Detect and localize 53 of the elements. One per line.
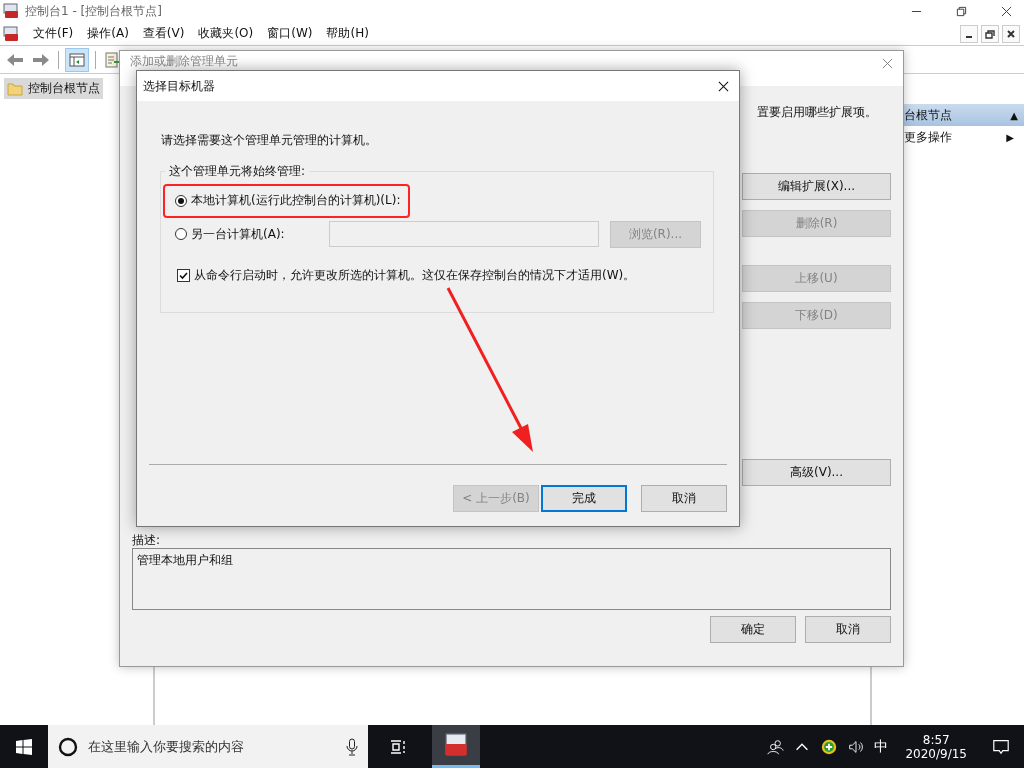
dialog-title: 选择目标机器 — [143, 77, 215, 95]
dialog-title: 添加或删除管理单元 — [130, 53, 238, 70]
toolbox-icon — [3, 3, 19, 19]
radio-icon[interactable] — [175, 228, 187, 240]
toolbox-icon — [3, 25, 19, 42]
people-icon[interactable] — [766, 737, 785, 756]
search-field[interactable]: 在这里输入你要搜索的内容 — [48, 725, 368, 768]
notification-icon[interactable] — [992, 737, 1010, 756]
checkbox-icon[interactable] — [177, 269, 190, 282]
folder-icon — [7, 81, 23, 96]
menu-item[interactable]: 收藏夹(O) — [198, 25, 254, 42]
dialog-button[interactable]: 确定 — [710, 616, 796, 643]
submenu-arrow-icon: ▶ — [1006, 131, 1014, 143]
minimize-icon[interactable] — [960, 24, 978, 43]
action-item[interactable]: 更多操作 — [904, 128, 952, 146]
cortana-icon — [58, 736, 78, 757]
description-label: 描述: — [132, 533, 161, 547]
clock-date[interactable]: 2020/9/15 — [905, 746, 967, 761]
pane-toggle-icon[interactable] — [65, 47, 89, 72]
radio-label[interactable]: 另一台计算机(A): — [191, 225, 285, 243]
tree-item-label: 控制台根节点 — [28, 80, 100, 97]
checkbox-label[interactable]: 从命令行启动时，允许更改所选的计算机。这仅在保存控制台的情况下才适用(W)。 — [194, 267, 636, 284]
input-method-indicator[interactable]: 中 — [874, 737, 889, 756]
taskbar-app[interactable] — [432, 725, 480, 768]
menu-item[interactable]: 文件(F) — [33, 25, 74, 42]
microphone-icon[interactable] — [346, 737, 358, 756]
dialog-button[interactable]: 取消 — [641, 485, 727, 512]
restore-icon[interactable] — [956, 5, 967, 17]
tree-item[interactable]: 控制台根节点 — [4, 78, 103, 99]
actions-header-label: 台根节点 — [904, 106, 952, 124]
dialog-button[interactable]: 编辑扩展(X)... — [742, 173, 891, 200]
radio-icon[interactable] — [175, 194, 187, 207]
close-icon[interactable] — [718, 80, 729, 92]
start-icon[interactable] — [16, 738, 32, 755]
close-icon[interactable] — [1001, 5, 1012, 17]
menu-item[interactable]: 操作(A) — [87, 25, 129, 42]
dialog-button[interactable]: 完成 — [541, 485, 627, 512]
clock-time[interactable]: 8:57 — [922, 732, 950, 747]
window-title: 控制台1 - [控制台根节点] — [25, 2, 162, 20]
radio-label[interactable]: 本地计算机(运行此控制台的计算机)(L): — [191, 192, 401, 209]
instruction-text: 置要启用哪些扩展项。 — [757, 105, 877, 119]
menu-item[interactable]: 窗口(W) — [267, 25, 313, 42]
menu-item[interactable]: 查看(V) — [142, 25, 185, 42]
menu-item[interactable]: 帮助(H) — [326, 25, 369, 42]
toolbox-icon — [443, 732, 469, 758]
group-label: 这个管理单元将始终管理: — [168, 163, 307, 180]
dialog-button[interactable]: 高级(V)... — [742, 459, 891, 486]
prompt-text: 请选择需要这个管理单元管理的计算机。 — [161, 133, 377, 147]
description-text: 管理本地用户和组 — [137, 553, 233, 567]
dialog-button[interactable]: 取消 — [805, 616, 891, 643]
search-input[interactable]: 在这里输入你要搜索的内容 — [86, 738, 346, 755]
security-app-icon[interactable] — [820, 737, 839, 756]
collapse-icon[interactable]: ▲ — [1010, 109, 1018, 121]
